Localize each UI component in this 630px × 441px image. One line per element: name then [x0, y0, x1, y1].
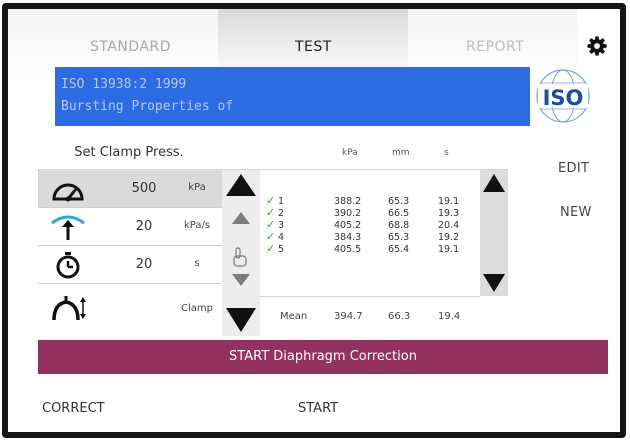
gear-icon[interactable] — [586, 35, 608, 57]
tab-report[interactable]: REPORT — [466, 39, 524, 55]
new-button[interactable]: NEW — [560, 205, 592, 220]
results-scroll-arrows — [483, 174, 505, 292]
result-mm: 65.3 — [388, 232, 410, 243]
tab-test[interactable]: TEST — [295, 39, 332, 55]
scroll-down-arrow[interactable] — [483, 274, 505, 292]
mean-kpa: 394.7 — [334, 311, 363, 322]
result-index: 2 — [278, 208, 285, 219]
result-kpa: 388.2 — [334, 196, 362, 207]
param-arrow-column — [222, 170, 260, 336]
edit-button[interactable]: EDIT — [558, 161, 589, 176]
results-mean-row: Mean 394.7 66.3 19.4 — [260, 296, 480, 336]
clamp-icon — [52, 296, 86, 321]
param-row-pressure[interactable]: 500 kPa — [38, 170, 222, 208]
iso-logo-text: ISO — [543, 86, 584, 110]
result-row[interactable]: ✓ 2 390.2 66.5 19.3 — [260, 206, 480, 220]
start-button[interactable]: START — [298, 401, 338, 416]
mean-mm: 66.3 — [388, 311, 411, 322]
tab-standard[interactable]: STANDARD — [90, 39, 171, 55]
results-table: kPa mm s ✓ 1 388.2 65.3 19.1 ✓ 2 390.2 6… — [260, 136, 508, 336]
iso-logo: ISO — [536, 69, 590, 123]
pressure-value: 500 — [131, 181, 157, 196]
result-kpa: 405.2 — [334, 220, 362, 231]
check-icon: ✓ — [266, 242, 276, 255]
param-row-time[interactable]: 20 s — [38, 246, 222, 284]
result-index: 1 — [278, 196, 285, 207]
results-scrollbar[interactable] — [480, 170, 508, 296]
standard-banner[interactable]: ISO 13938:2 1999 Bursting Properties of — [55, 67, 530, 126]
scroll-up-arrow[interactable] — [483, 174, 505, 192]
result-s: 19.1 — [438, 196, 460, 207]
result-s: 20.4 — [438, 220, 460, 231]
mean-s: 19.4 — [438, 311, 461, 322]
result-kpa: 405.5 — [334, 244, 362, 255]
rate-arrow-icon — [51, 215, 85, 240]
col-s: s — [444, 148, 449, 158]
result-kpa: 384.3 — [334, 232, 362, 243]
timer-icon — [56, 252, 80, 279]
time-unit: s — [194, 258, 200, 269]
result-index: 4 — [278, 232, 285, 243]
result-s: 19.3 — [438, 208, 460, 219]
col-kpa: kPa — [342, 148, 358, 158]
param-row-rate[interactable]: 20 kPa/s — [38, 208, 222, 246]
result-mm: 68.8 — [388, 220, 410, 231]
pressure-unit: kPa — [188, 182, 206, 193]
result-mm: 65.4 — [388, 244, 410, 255]
set-clamp-label: Set Clamp Press. — [74, 145, 184, 160]
standard-title: Bursting Properties of — [61, 99, 234, 114]
mean-label: Mean — [280, 311, 308, 322]
result-mm: 65.3 — [388, 196, 410, 207]
param-row-clamp[interactable]: Clamp — [38, 284, 222, 336]
rate-unit: kPa/s — [183, 220, 211, 231]
result-index: 5 — [278, 244, 285, 255]
result-kpa: 390.2 — [334, 208, 362, 219]
set-clamp-header: Set Clamp Press. — [38, 136, 260, 170]
start-diaphragm-correction-button[interactable]: START Diaphragm Correction — [38, 340, 608, 374]
screen-frame: STANDARD TEST REPORT ISO 13938:2 1999 Bu… — [2, 3, 626, 438]
results-header: kPa mm s — [260, 136, 508, 170]
result-index: 3 — [278, 220, 285, 231]
standard-code: ISO 13938:2 1999 — [61, 77, 187, 92]
time-value: 20 — [135, 257, 153, 272]
result-row[interactable]: ✓ 3 405.2 68.8 20.4 — [260, 218, 480, 232]
parameters-panel: Set Clamp Press. 500 kPa 20 kPa/s 20 s C… — [38, 136, 260, 336]
result-s: 19.2 — [438, 232, 460, 243]
col-mm: mm — [392, 148, 410, 158]
gauge-icon — [52, 183, 84, 202]
result-row[interactable]: ✓ 4 384.3 65.3 19.2 — [260, 230, 480, 244]
correct-button[interactable]: CORRECT — [42, 401, 105, 416]
rate-value: 20 — [135, 219, 153, 234]
clamp-label: Clamp — [181, 303, 213, 314]
result-row[interactable]: ✓ 1 388.2 65.3 19.1 — [260, 194, 480, 208]
result-mm: 66.5 — [388, 208, 410, 219]
result-s: 19.1 — [438, 244, 460, 255]
result-row[interactable]: ✓ 5 405.5 65.4 19.1 — [260, 242, 480, 256]
